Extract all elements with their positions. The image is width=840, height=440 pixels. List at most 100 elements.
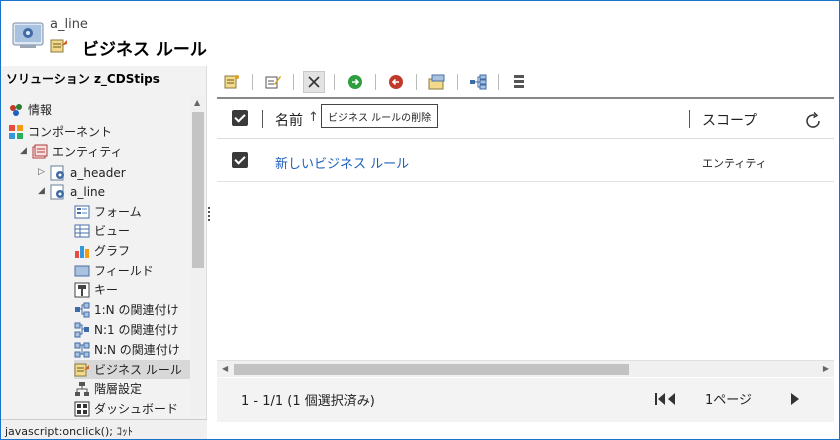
column-separator (262, 110, 263, 128)
page-header: a_line ビジネス ルール (0, 0, 210, 66)
nav-item-info[interactable]: 情報 (8, 100, 52, 119)
nav-item-label: フォーム (94, 205, 142, 219)
solution-button[interactable] (426, 71, 448, 93)
grid-header: 名前 ↑ スコープ (217, 99, 834, 139)
dependencies-button[interactable] (467, 71, 489, 93)
nav-scroll-thumb[interactable] (192, 112, 204, 268)
solution-icon (428, 74, 445, 90)
page-number: 1ページ (705, 393, 753, 408)
components-icon (9, 124, 23, 139)
command-toolbar (218, 70, 834, 94)
toolbar-separator (416, 74, 417, 90)
grid-horizontal-scrollbar[interactable]: ◀ ▶ (217, 360, 834, 377)
nav-item-forms[interactable]: フォーム (74, 202, 142, 221)
column-header-scope[interactable]: スコープ (702, 110, 757, 130)
nav-item-views[interactable]: ビュー (74, 221, 130, 240)
first-page-icon[interactable] (653, 391, 679, 407)
row-checkbox[interactable] (232, 152, 248, 168)
more-actions-button[interactable] (508, 71, 530, 93)
new-document-icon (224, 75, 239, 89)
business-rule-icon (74, 363, 89, 376)
view-icon (74, 224, 90, 237)
toolbar-separator (498, 74, 499, 90)
nav-item-label: 1:N の関連付け (94, 303, 179, 317)
nav-vertical-scrollbar[interactable]: ▲ (191, 96, 205, 416)
nav-item-label: エンティティ (52, 145, 123, 159)
pane-splitter[interactable] (208, 205, 211, 225)
expand-arrow-icon[interactable]: ◢ (38, 186, 45, 196)
new-rule-button[interactable] (221, 71, 243, 93)
row-name-link[interactable]: 新しいビジネス ルール (275, 153, 409, 172)
toolbar-separator (375, 74, 376, 90)
sort-ascending-icon[interactable]: ↑ (308, 110, 319, 125)
edit-icon (265, 76, 281, 89)
scroll-right-arrow-icon[interactable]: ▶ (823, 364, 829, 373)
nav-item-label: ビジネス ルール (94, 363, 182, 377)
business-rules-grid: 名前 ↑ スコープ 新しいビジネス ルール エンティティ (217, 97, 834, 377)
scroll-left-arrow-icon[interactable]: ◀ (222, 364, 228, 373)
solution-title: ソリューション z_CDStips (6, 72, 160, 86)
nav-item-business-rules[interactable]: ビジネス ルール (74, 360, 190, 379)
nav-item-label: フィールド (94, 264, 154, 278)
column-separator[interactable] (689, 110, 690, 128)
activate-button[interactable] (344, 71, 366, 93)
nav-item-label: 階層設定 (94, 382, 143, 396)
dashboard-icon (74, 401, 90, 416)
list-icon (514, 75, 524, 88)
edit-button[interactable] (262, 71, 284, 93)
relationship-icon (75, 302, 90, 317)
nav-item-dashboards[interactable]: ダッシュボード (74, 399, 178, 418)
row-scope: エンティティ (702, 157, 767, 170)
field-icon (74, 265, 90, 276)
toolbar-separator (252, 74, 253, 90)
select-all-checkbox[interactable] (232, 110, 248, 126)
nav-item-entities[interactable]: エンティティ (32, 142, 123, 161)
entity-icon (50, 165, 64, 180)
page-title: ビジネス ルール (82, 40, 207, 60)
nav-item-label: 情報 (28, 103, 53, 117)
nav-item-a-header[interactable]: a_header (50, 163, 126, 182)
column-header-name[interactable]: 名前 (275, 110, 303, 130)
relationship-icon (74, 322, 89, 337)
nav-item-label: グラフ (94, 244, 131, 258)
refresh-icon[interactable] (803, 111, 823, 131)
form-icon (74, 205, 90, 218)
entity-gear-icon (12, 22, 44, 48)
entity-icon (50, 184, 64, 199)
expand-arrow-icon[interactable]: ◢ (20, 146, 27, 156)
nav-item-label: ダッシュボード (94, 402, 179, 416)
grid-footer: 1 - 1/1 (1 個選択済み) 1ページ (217, 378, 834, 422)
chart-icon (75, 245, 89, 258)
nav-item-n1-relationships[interactable]: N:1 の関連付け (74, 320, 178, 339)
grid-scroll-thumb[interactable] (234, 364, 629, 375)
nav-item-label: キー (94, 283, 119, 297)
nav-item-a-line[interactable]: a_line (50, 182, 105, 201)
toolbar-separator (334, 74, 335, 90)
delete-button[interactable] (303, 71, 325, 93)
toolbar-separator (457, 74, 458, 90)
solution-navigation: ソリューション z_CDStips 情報 コンポーネント ◢ エンティティ ▷ … (0, 66, 207, 440)
next-page-icon[interactable] (789, 391, 801, 407)
nav-item-charts[interactable]: グラフ (74, 241, 130, 260)
nav-item-label: N:1 の関連付け (94, 323, 179, 337)
table-row[interactable]: 新しいビジネス ルール エンティティ (217, 140, 834, 182)
nav-item-1n-relationships[interactable]: 1:N の関連付け (74, 300, 178, 319)
scroll-up-arrow-icon[interactable]: ▲ (194, 98, 200, 107)
nav-item-components[interactable]: コンポーネント (8, 122, 112, 141)
browser-status-bar: javascript:onclick(); ｺｯﾄ (0, 419, 207, 439)
collapsed-arrow-icon[interactable]: ▷ (38, 167, 45, 177)
hierarchy-icon (75, 381, 89, 396)
key-icon (74, 282, 90, 297)
record-count: 1 - 1/1 (1 個選択済み) (241, 394, 375, 409)
nav-item-keys[interactable]: キー (74, 280, 118, 299)
nav-item-label: ビュー (94, 224, 131, 238)
relationship-icon (74, 342, 90, 357)
nav-item-label: a_line (70, 184, 106, 199)
nav-item-label: a_header (70, 165, 126, 180)
nav-item-nn-relationships[interactable]: N:N の関連付け (74, 340, 180, 359)
activate-icon (348, 75, 362, 89)
nav-item-fields[interactable]: フィールド (74, 261, 154, 280)
nav-item-hierarchy[interactable]: 階層設定 (74, 379, 142, 398)
nav-item-label: N:N の関連付け (94, 343, 180, 357)
deactivate-button[interactable] (385, 71, 407, 93)
